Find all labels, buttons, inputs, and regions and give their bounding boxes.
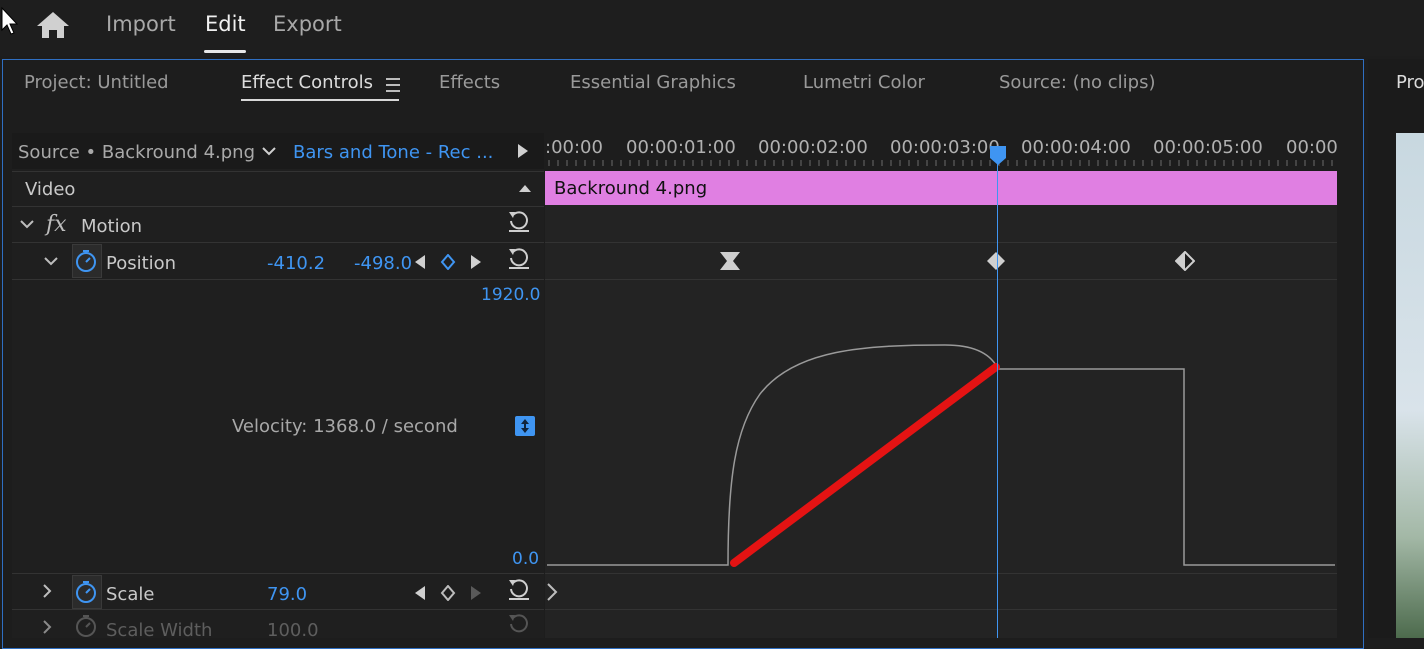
video-label: Video [25,179,76,200]
graph-toggle-button[interactable] [515,416,535,436]
graph-max-value: 1920.0 [481,285,541,305]
expand-chevron-right-icon[interactable] [42,584,52,598]
scale-value[interactable]: 79.0 [267,584,307,605]
motion-label: Motion [81,216,143,237]
mouse-cursor-icon [1,6,19,35]
tab-effects[interactable]: Effects [439,72,500,93]
divider [12,206,544,207]
program-monitor-image [1396,133,1424,638]
play-arrow-icon[interactable] [517,143,529,159]
timeline-expand-arrow-icon[interactable] [545,582,559,602]
home-icon[interactable] [36,10,70,40]
tick-label: 00:00:05:00 [1153,137,1263,158]
clip-name: Backround 4.png [554,178,708,199]
panel-menu-icon[interactable] [386,78,400,96]
divider [545,242,1337,243]
velocity-annotation-line [730,363,1000,567]
active-tab-underline [204,50,246,53]
tab-lumetri-color[interactable]: Lumetri Color [803,72,925,93]
position-y-value[interactable]: -498.0 [354,253,412,274]
expand-vertical-icon [521,419,529,433]
reset-icon[interactable] [507,246,531,270]
next-keyframe-icon[interactable] [470,254,482,270]
chevron-down-icon[interactable] [262,146,276,156]
velocity-readout: Velocity: 1368.0 / second [232,416,458,437]
keyframe-diamond-icon[interactable] [986,251,1006,271]
reset-icon[interactable] [507,577,531,601]
tick-label: 00:00:03:00 [890,137,1000,158]
tab-edit[interactable]: Edit [205,12,246,36]
source-label[interactable]: Source • Backround 4.png [18,142,255,163]
tab-source[interactable]: Source: (no clips) [999,72,1156,93]
next-keyframe-icon[interactable] [470,585,482,601]
active-panel-tab-underline [241,99,399,101]
divider [12,573,544,574]
fx-icon[interactable]: fx [46,212,67,237]
tab-export[interactable]: Export [273,12,342,36]
divider [545,573,1337,574]
stopwatch-icon[interactable] [74,580,98,604]
divider [545,609,1337,610]
tick-label: :00:00 [545,137,603,158]
expand-chevron-down-icon[interactable] [44,256,58,266]
effect-properties-column [12,133,544,638]
tab-essential-graphics[interactable]: Essential Graphics [570,72,736,93]
divider [12,609,544,610]
collapse-up-icon[interactable] [518,183,532,193]
divider [12,279,544,280]
reset-icon[interactable] [507,209,531,233]
tab-program[interactable]: Pro [1396,72,1424,93]
tick-label: 00:00:01:00 [626,137,736,158]
expand-chevron-right-icon[interactable] [42,620,52,634]
ruler-ticks [548,160,1333,166]
keyframe-hourglass-icon[interactable] [719,250,741,272]
tick-label: 00:00 [1286,137,1338,158]
add-keyframe-icon[interactable] [440,254,456,270]
position-label: Position [106,253,177,274]
sequence-label[interactable]: Bars and Tone - Rec ... [293,142,493,163]
divider [12,171,544,172]
scale-label: Scale [106,584,155,605]
expand-chevron-down-icon[interactable] [20,219,34,229]
graph-min-value: 0.0 [512,549,540,569]
stopwatch-icon[interactable] [74,249,98,273]
stopwatch-icon[interactable] [74,614,98,638]
prev-keyframe-icon[interactable] [414,585,426,601]
tab-import[interactable]: Import [106,12,176,36]
tab-project[interactable]: Project: Untitled [24,72,169,93]
playhead-line[interactable] [997,154,998,638]
playhead-handle-icon[interactable] [988,144,1008,166]
tick-label: 00:00:02:00 [758,137,868,158]
position-x-value[interactable]: -410.2 [267,253,325,274]
tab-effect-controls[interactable]: Effect Controls [241,72,373,93]
prev-keyframe-icon[interactable] [414,254,426,270]
add-keyframe-icon[interactable] [440,585,456,601]
tick-label: 00:00:04:00 [1021,137,1131,158]
reset-icon[interactable] [507,612,531,636]
divider [12,242,544,243]
keyframe-half-diamond-icon[interactable] [1175,251,1195,271]
